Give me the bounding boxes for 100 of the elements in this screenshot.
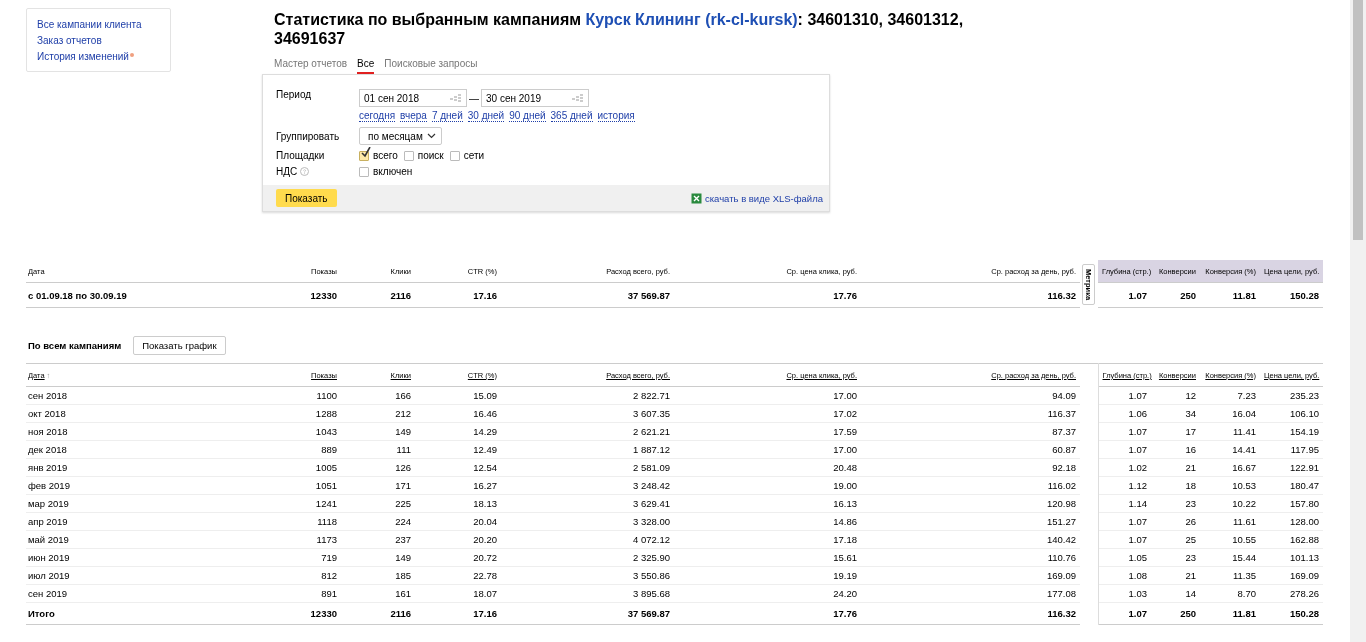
table-cell: 1.07 — [1098, 282, 1151, 308]
table-cell: 15.44 — [1200, 548, 1260, 567]
table-cell: 235.23 — [1260, 386, 1323, 405]
show-button[interactable]: Показать — [276, 189, 337, 207]
table-cell: 12330 — [261, 602, 341, 625]
table-cell: 3 607.35 — [501, 404, 674, 423]
table-cell: 16.04 — [1200, 404, 1260, 423]
table-cell: 149 — [341, 422, 415, 441]
period-link[interactable]: сегодня — [359, 110, 396, 122]
table-cell: 18 — [1151, 476, 1200, 495]
period-link[interactable]: 30 дней — [467, 110, 505, 122]
table-cell: 1.05 — [1098, 548, 1151, 567]
field-label: Группировать — [276, 130, 341, 142]
table-cell: 150.28 — [1260, 282, 1323, 308]
table-cell: 1051 — [261, 476, 341, 495]
sidebar-link[interactable]: Все кампании клиента — [37, 18, 142, 32]
table-cell: июн 2019 — [26, 548, 261, 567]
table-cell: 25 — [1151, 530, 1200, 549]
tab[interactable]: Мастер отчетов — [274, 58, 348, 74]
checkbox-label: поиск — [417, 150, 444, 161]
sidebar-link[interactable]: Заказ отчетов — [37, 34, 102, 48]
table-cell: сен 2019 — [26, 584, 261, 603]
table-cell: 169.09 — [1260, 566, 1323, 585]
table-cell: 20.72 — [415, 548, 501, 567]
table-cell: с 01.09.18 по 30.09.19 — [26, 282, 261, 308]
sidebar-link[interactable]: История изменений — [37, 50, 129, 64]
table-cell: 101.13 — [1260, 548, 1323, 567]
table-cell: 2 325.90 — [501, 548, 674, 567]
table-cell: 16 — [1151, 440, 1200, 459]
table-cell: 11.41 — [1200, 422, 1260, 441]
period-link[interactable]: история — [597, 110, 635, 122]
table-cell: 3 629.41 — [501, 494, 674, 513]
date-field[interactable]: 01 сен 2018 — [359, 89, 467, 107]
table-cell: 15.61 — [674, 548, 861, 567]
tab[interactable]: Все — [357, 58, 375, 74]
table-cell: 111 — [341, 440, 415, 459]
table-cell: 212 — [341, 404, 415, 423]
table-cell: 7.23 — [1200, 386, 1260, 405]
table-cell: 26 — [1151, 512, 1200, 531]
period-link[interactable]: 90 дней — [509, 110, 546, 122]
show-chart-button[interactable]: Показать график — [133, 335, 226, 355]
table-cell: 20.48 — [674, 458, 861, 477]
table-cell: 278.26 — [1260, 584, 1323, 603]
date-field[interactable]: 30 сен 2019 — [481, 89, 589, 107]
table-cell: май 2019 — [26, 530, 261, 549]
table-cell: 15.09 — [415, 386, 501, 405]
table-cell: 4 072.12 — [501, 530, 674, 549]
table-cell: дек 2018 — [26, 440, 261, 459]
table-cell: 12.49 — [415, 440, 501, 459]
checkbox[interactable] — [359, 166, 369, 177]
table-cell: 12330 — [261, 282, 341, 308]
table-cell: 128.00 — [1260, 512, 1323, 531]
table-cell: 224 — [341, 512, 415, 531]
table-cell: 3 895.68 — [501, 584, 674, 603]
table-cell: 889 — [261, 440, 341, 459]
table-cell: 17.76 — [674, 282, 861, 308]
period-link[interactable]: 365 дней — [550, 110, 593, 122]
table-cell: 110.76 — [861, 548, 1080, 567]
checkbox[interactable] — [359, 150, 369, 161]
field-label: Площадки — [276, 150, 326, 161]
table-cell: 10.22 — [1200, 494, 1260, 513]
checkbox[interactable] — [403, 150, 414, 161]
checkbox[interactable] — [449, 150, 460, 161]
table-cell: 1241 — [261, 494, 341, 513]
table-cell: 60.87 — [861, 440, 1080, 459]
table-cell: 2116 — [341, 602, 415, 625]
table-cell: 3 550.86 — [501, 566, 674, 585]
table-cell: 1.07 — [1098, 530, 1151, 549]
table-cell: 8.70 — [1200, 584, 1260, 603]
client-link[interactable]: Курск Клининг (rk-cl-kursk) — [585, 11, 798, 28]
table-cell: 2 822.71 — [501, 386, 674, 405]
table-cell: 180.47 — [1260, 476, 1323, 495]
table-cell: 116.32 — [861, 282, 1080, 308]
table-cell: 16.13 — [674, 494, 861, 513]
table-cell: 106.10 — [1260, 404, 1323, 423]
table-cell: 185 — [341, 566, 415, 585]
table-cell: 719 — [261, 548, 341, 567]
table-cell: 10.53 — [1200, 476, 1260, 495]
table-cell: 1.06 — [1098, 404, 1151, 423]
table-cell: 23 — [1151, 548, 1200, 567]
tab[interactable]: Поисковые запросы — [384, 58, 478, 74]
table-cell: 14.41 — [1200, 440, 1260, 459]
table-cell: 17.02 — [674, 404, 861, 423]
table-cell: 162.88 — [1260, 530, 1323, 549]
table-cell: 250 — [1151, 602, 1200, 625]
download-link[interactable]: скачать в виде XLS-файла — [705, 192, 823, 204]
grouping-select[interactable]: по месяцам — [359, 127, 442, 145]
scrollbar[interactable] — [1350, 0, 1366, 642]
period-link[interactable]: вчера — [400, 110, 427, 122]
table-cell: 116.32 — [861, 602, 1080, 625]
table-cell: 24.20 — [674, 584, 861, 603]
table-cell: 161 — [341, 584, 415, 603]
table-cell: 17.16 — [415, 602, 501, 625]
period-link[interactable]: 7 дней — [431, 110, 463, 122]
table-cell: 120.98 — [861, 494, 1080, 513]
table-cell: 22.78 — [415, 566, 501, 585]
table-cell: 1288 — [261, 404, 341, 423]
table-cell: 3 328.00 — [501, 512, 674, 531]
table-cell: 1.07 — [1098, 386, 1151, 405]
table-cell: 1118 — [261, 512, 341, 531]
